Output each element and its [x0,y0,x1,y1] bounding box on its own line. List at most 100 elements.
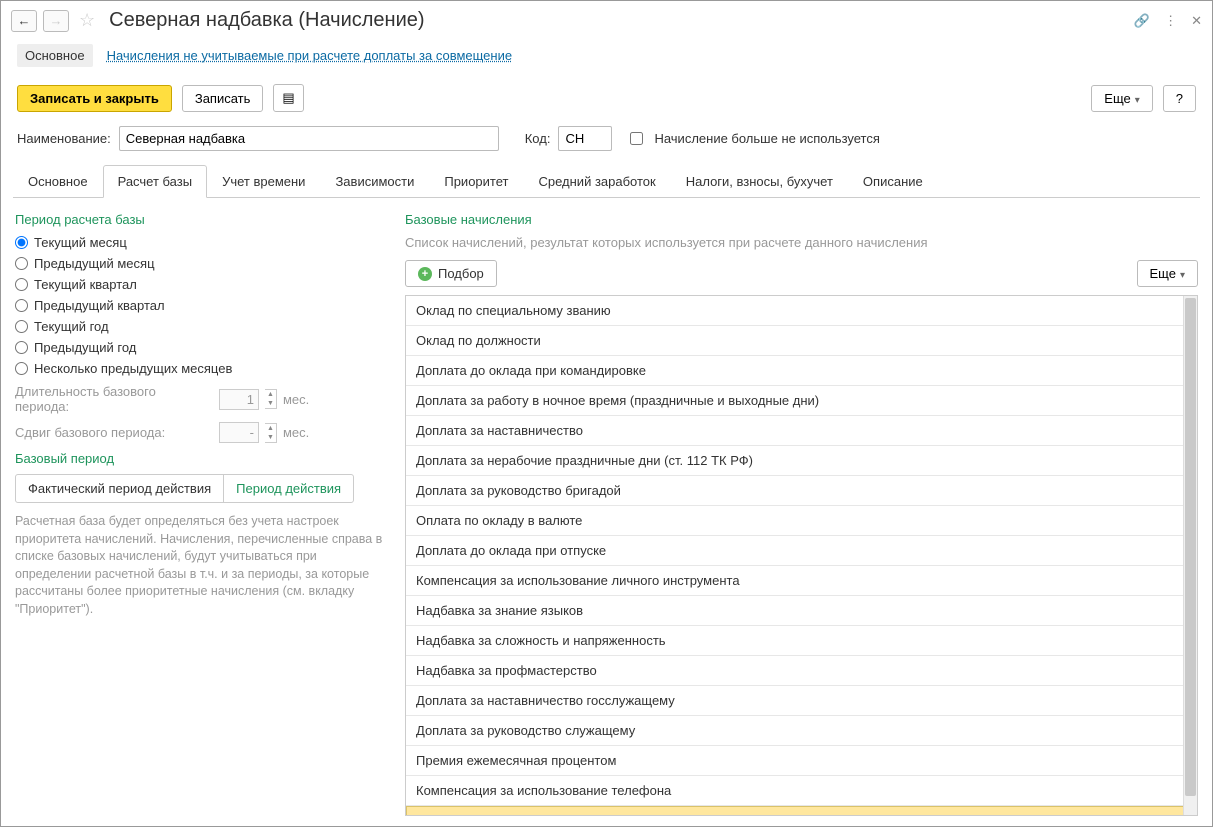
list-item[interactable]: Оплата по часовому тарифу (вахта) [406,806,1197,816]
tab-3[interactable]: Зависимости [320,165,429,197]
unused-checkbox[interactable] [630,132,643,145]
period-radio-3[interactable] [15,299,28,312]
period-radio-label-2: Текущий квартал [34,277,137,292]
tabs: ОсновноеРасчет базыУчет времениЗависимос… [13,165,1200,198]
list-item[interactable]: Доплата за наставничество [406,416,1197,446]
tab-0[interactable]: Основное [13,165,103,197]
duration-label: Длительность базового периода: [15,384,213,414]
tab-6[interactable]: Налоги, взносы, бухучет [671,165,848,197]
accrual-window: ← → ☆ Северная надбавка (Начисление) 🔗 ⋮… [0,0,1213,827]
list-item[interactable]: Надбавка за знание языков [406,596,1197,626]
period-group-title: Период расчета базы [15,212,385,227]
list-item[interactable]: Доплата за работу в ночное время (праздн… [406,386,1197,416]
tab-body: Период расчета базы Текущий месяц Предыду… [1,198,1212,826]
tab-2[interactable]: Учет времени [207,165,320,197]
period-radio-label-6: Несколько предыдущих месяцев [34,361,232,376]
list-scrollbar[interactable] [1183,296,1197,815]
form-header-row: Наименование: Код: Начисление больше не … [1,120,1212,157]
period-radio-row-4[interactable]: Текущий год [15,319,385,334]
nav-forward-button[interactable]: → [43,10,69,32]
subnav-main[interactable]: Основное [17,44,93,67]
months-unit-2: мес. [283,425,309,440]
kebab-menu-icon[interactable]: ⋮ [1164,13,1177,29]
name-input[interactable] [119,126,499,151]
save-and-close-button[interactable]: Записать и закрыть [17,85,172,112]
toolbar: Записать и закрыть Записать ▤ Еще▾ ? [1,76,1212,120]
duration-spinner-buttons[interactable]: ▲▼ [265,389,277,409]
scrollbar-thumb[interactable] [1185,298,1196,796]
right-column: Базовые начисления Список начислений, ре… [405,208,1198,816]
plus-icon: + [418,267,432,281]
duration-input[interactable] [219,389,259,410]
period-radio-row-5[interactable]: Предыдущий год [15,340,385,355]
period-radio-row-6[interactable]: Несколько предыдущих месяцев [15,361,385,376]
list-item[interactable]: Надбавка за профмастерство [406,656,1197,686]
nav-back-button[interactable]: ← [11,10,37,32]
period-radio-2[interactable] [15,278,28,291]
shift-input[interactable] [219,422,259,443]
pick-label: Подбор [438,266,484,281]
period-radio-row-3[interactable]: Предыдущий квартал [15,298,385,313]
list-item[interactable]: Доплата за нерабочие праздничные дни (ст… [406,446,1197,476]
report-icon: ▤ [282,90,294,105]
period-radio-row-1[interactable]: Предыдущий месяц [15,256,385,271]
tab-5[interactable]: Средний заработок [523,165,670,197]
list-item[interactable]: Оклад по должности [406,326,1197,356]
favorite-star-icon[interactable]: ☆ [79,10,95,31]
list-item[interactable]: Доплата до оклада при отпуске [406,536,1197,566]
toggle-actual-period[interactable]: Фактический период действия [16,475,224,502]
subnav: Основное Начисления не учитываемые при р… [1,40,1212,76]
list-item[interactable]: Надбавка за сложность и напряженность [406,626,1197,656]
period-radio-label-3: Предыдущий квартал [34,298,165,313]
list-item[interactable]: Оклад по специальному званию [406,296,1197,326]
unused-label: Начисление больше не используется [654,131,879,146]
spinner-up-icon[interactable]: ▲ [265,390,276,399]
list-item[interactable]: Доплата до оклада при командировке [406,356,1197,386]
period-radio-label-0: Текущий месяц [34,235,127,250]
list-item[interactable]: Доплата за руководство бригадой [406,476,1197,506]
period-radio-1[interactable] [15,257,28,270]
period-radio-6[interactable] [15,362,28,375]
subnav-link[interactable]: Начисления не учитываемые при расчете до… [107,48,513,63]
right-more-button[interactable]: Еще▾ [1137,260,1198,287]
spinner-down-icon[interactable]: ▼ [265,399,276,408]
months-unit: мес. [283,392,309,407]
spinner-up-icon[interactable]: ▲ [265,424,276,433]
period-radio-label-4: Текущий год [34,319,109,334]
period-radio-5[interactable] [15,341,28,354]
period-radio-row-0[interactable]: Текущий месяц [15,235,385,250]
list-item[interactable]: Компенсация за использование телефона [406,776,1197,806]
period-radio-0[interactable] [15,236,28,249]
list-item[interactable]: Компенсация за использование личного инс… [406,566,1197,596]
toggle-period[interactable]: Период действия [224,475,353,502]
list-item[interactable]: Доплата за руководство служащему [406,716,1197,746]
report-button[interactable]: ▤ [273,84,303,112]
close-icon[interactable]: ✕ [1191,13,1202,29]
help-button[interactable]: ? [1163,85,1196,112]
base-period-group-title: Базовый период [15,451,385,466]
list-item[interactable]: Оплата по окладу в валюте [406,506,1197,536]
caret-down-icon: ▾ [1135,95,1140,106]
period-radio-label-1: Предыдущий месяц [34,256,155,271]
tab-1[interactable]: Расчет базы [103,165,208,198]
list-item[interactable]: Доплата за наставничество госслужащему [406,686,1197,716]
period-radio-row-2[interactable]: Текущий квартал [15,277,385,292]
window-title: Северная надбавка (Начисление) [109,9,424,32]
pick-button[interactable]: + Подбор [405,260,497,287]
link-icon[interactable]: 🔗 [1134,13,1150,29]
spinner-down-icon[interactable]: ▼ [265,433,276,442]
arrow-right-icon: → [50,13,63,28]
shift-spinner-buttons[interactable]: ▲▼ [265,423,277,443]
more-button[interactable]: Еще▾ [1091,85,1152,112]
list-item[interactable]: Премия ежемесячная процентом [406,746,1197,776]
base-period-help: Расчетная база будет определяться без уч… [15,513,385,618]
base-accruals-hint: Список начислений, результат которых исп… [405,235,1198,250]
right-toolbar: + Подбор Еще▾ [405,260,1198,287]
title-bar: ← → ☆ Северная надбавка (Начисление) 🔗 ⋮… [1,1,1212,40]
period-radio-4[interactable] [15,320,28,333]
base-accruals-list[interactable]: Оклад по специальному званиюОклад по дол… [405,295,1198,816]
code-input[interactable] [558,126,612,151]
tab-4[interactable]: Приоритет [429,165,523,197]
save-button[interactable]: Записать [182,85,264,112]
tab-7[interactable]: Описание [848,165,938,197]
